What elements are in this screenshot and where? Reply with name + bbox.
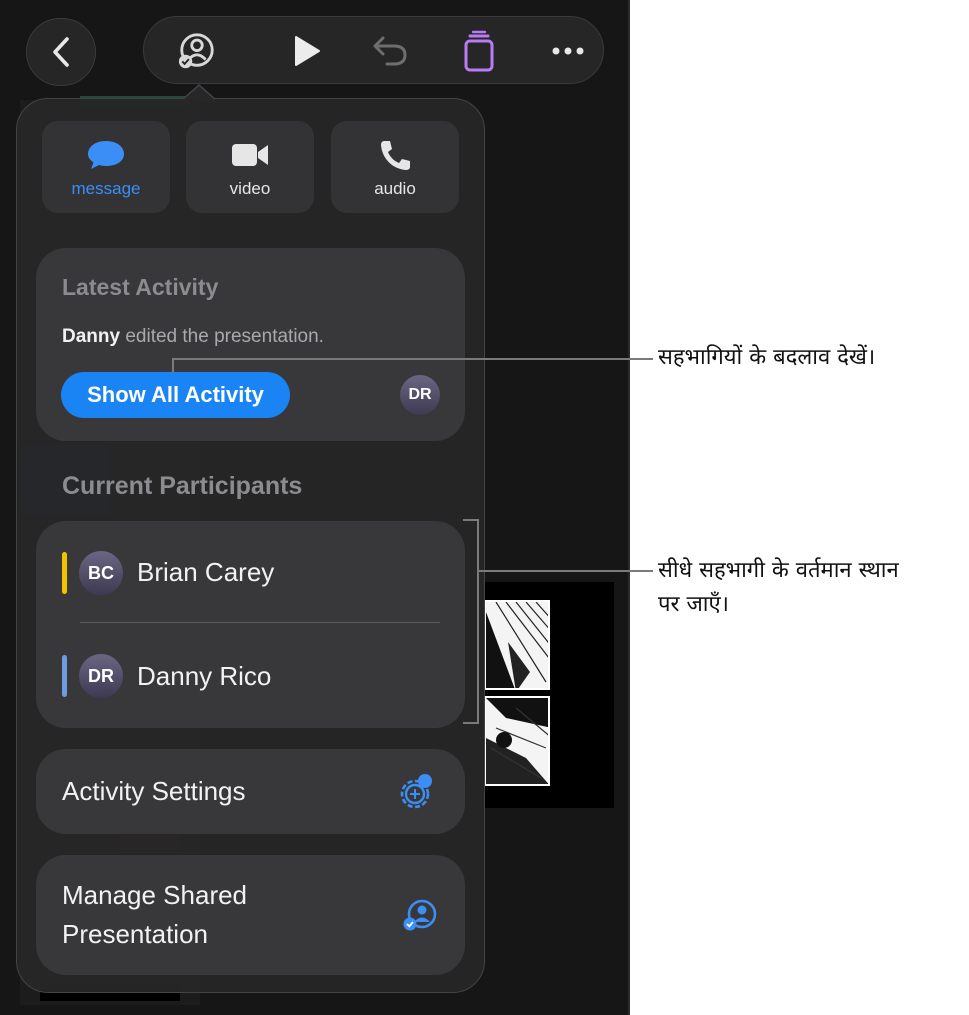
avatar: DR (79, 654, 123, 698)
app-canvas: message video audio Latest Activity Dann… (0, 0, 630, 1015)
avatar: BC (79, 551, 123, 595)
participant-color-bar (62, 552, 67, 594)
video-camera-icon (232, 144, 268, 166)
callout-activity: सहभागियों के बदलाव देखें। (658, 345, 876, 370)
callout-leader (478, 570, 653, 572)
play-button[interactable] (287, 31, 327, 71)
back-button[interactable] (26, 18, 96, 86)
latest-activity-title: Latest Activity (62, 274, 219, 300)
phone-icon (381, 141, 410, 170)
callout-leader (172, 359, 174, 373)
audio-button[interactable]: audio (331, 121, 459, 213)
undo-button[interactable] (370, 31, 410, 71)
window-edge (628, 0, 630, 1015)
comic-panel-image (484, 600, 550, 690)
participant-name: Danny Rico (137, 661, 272, 691)
message-label: message (71, 179, 141, 198)
callout-leader (172, 358, 653, 360)
bracket-bottom (463, 722, 479, 724)
callout-participants-line2: पर जाएँ। (658, 592, 730, 617)
activity-action: edited the presentation. (120, 326, 324, 347)
activity-avatar: DR (400, 375, 440, 415)
activity-actor: Danny (62, 326, 121, 347)
popover-arrow-inner (182, 86, 216, 101)
toolbar (143, 16, 604, 84)
manage-shared-label-line1: Manage Shared (62, 880, 248, 910)
divider (80, 622, 440, 623)
participant-name: Brian Carey (137, 557, 275, 587)
play-icon (295, 36, 320, 66)
bracket-vertical (477, 519, 479, 724)
comic-panel-image (484, 696, 550, 786)
more-button[interactable] (548, 31, 588, 71)
slide-canvas[interactable] (470, 582, 614, 808)
activity-settings-label: Activity Settings (62, 776, 246, 806)
current-participants-title: Current Participants (62, 472, 303, 500)
slides-button[interactable] (459, 30, 499, 72)
chevron-left-icon (53, 37, 69, 67)
show-all-activity-button[interactable]: Show All Activity (61, 372, 290, 418)
video-button[interactable]: video (186, 121, 314, 213)
gear-person-icon (400, 774, 432, 809)
message-bubble-icon (88, 141, 124, 169)
video-label: video (229, 179, 271, 198)
undo-arrow-icon (373, 36, 407, 66)
person-checkmark-icon (178, 33, 214, 69)
callout-participants-line1: सीधे सहभागी के वर्तमान स्थान (658, 558, 899, 583)
activity-description: Danny edited the presentation. (62, 326, 324, 348)
stacked-slides-icon (464, 30, 494, 72)
manage-shared-label-line2: Presentation (62, 919, 208, 949)
collaboration-button[interactable] (177, 31, 217, 71)
person-checkmark-icon (403, 899, 437, 931)
audio-label: audio (374, 179, 416, 198)
ellipsis-icon (552, 47, 584, 55)
message-button[interactable]: message (42, 121, 170, 213)
participant-color-bar (62, 655, 67, 697)
